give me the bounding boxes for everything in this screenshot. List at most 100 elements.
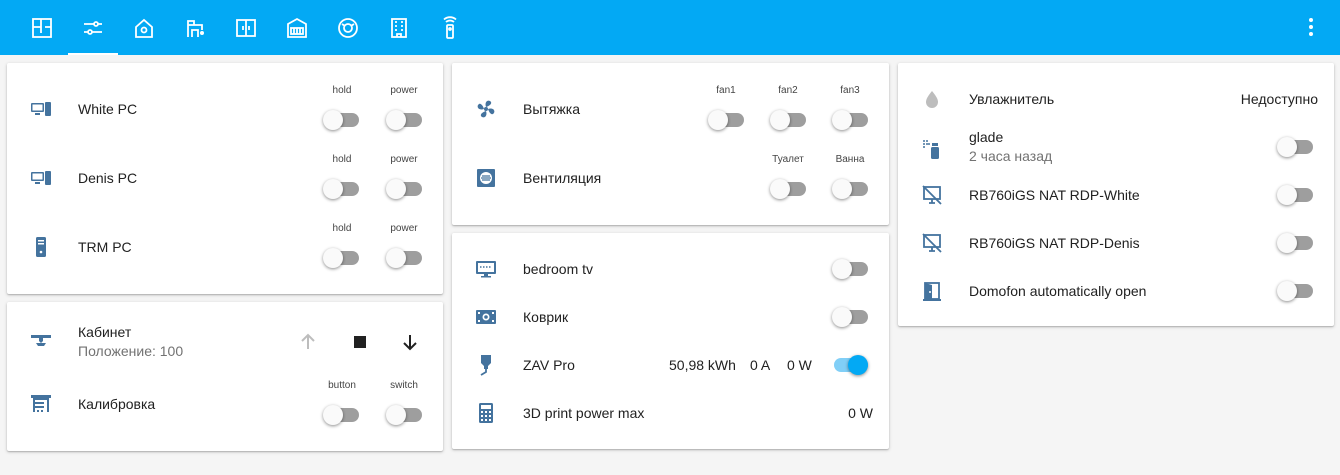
home-icon — [135, 18, 153, 38]
television-icon — [474, 257, 498, 281]
door-open-icon — [920, 279, 944, 303]
tab-building[interactable] — [374, 0, 424, 55]
fan-icon — [474, 97, 498, 121]
tab-vacuum[interactable] — [323, 0, 373, 55]
rdp-denis-name: RB760iGS NAT RDP-Denis — [969, 235, 1140, 251]
button-caption: button — [328, 380, 356, 391]
top-app-bar — [0, 0, 1340, 55]
cover-name: Кабинет — [78, 324, 132, 340]
glade-toggle[interactable] — [1277, 137, 1313, 157]
power-max-value: 0 W — [848, 405, 873, 421]
hold-caption: hold — [332, 223, 352, 234]
power-caption: power — [390, 223, 418, 234]
office-building-icon — [391, 17, 407, 38]
device-row-mat: Коврик — [452, 297, 889, 337]
rdp-white-row: RB760iGS NAT RDP-White — [898, 175, 1334, 215]
rdp-denis-toggle[interactable] — [1277, 233, 1313, 253]
floorplan-icon — [32, 17, 52, 38]
tab-home[interactable] — [119, 0, 169, 55]
power-toggle[interactable] — [386, 179, 422, 199]
pc-name: Denis PC — [78, 170, 138, 186]
toilet-caption: Туалет — [772, 154, 804, 165]
stop-cover-button[interactable] — [348, 330, 372, 354]
device-name: 3D print power max — [523, 405, 645, 421]
rdp-white-name: RB760iGS NAT RDP-White — [969, 187, 1140, 203]
cover-position: Положение: 100 — [78, 343, 184, 359]
tab-router[interactable] — [272, 0, 322, 55]
air-filter-icon — [474, 166, 498, 190]
bath-toggle[interactable] — [832, 179, 868, 199]
power-toggle[interactable] — [386, 248, 422, 268]
pc-name: TRM PC — [78, 239, 132, 255]
tab-tune[interactable] — [68, 0, 118, 55]
monitor-off-icon — [920, 183, 944, 207]
spray-icon — [920, 137, 944, 161]
devices-card: bedroom tv Коврик ZAV Pro 50,98 kWh 0 A … — [452, 233, 889, 449]
hold-caption: hold — [332, 154, 352, 165]
switch-caption: switch — [390, 380, 418, 391]
fan1-toggle[interactable] — [708, 110, 744, 130]
tv-toggle[interactable] — [832, 259, 868, 279]
water-icon — [920, 87, 944, 111]
hold-toggle[interactable] — [323, 110, 359, 130]
cover-row: Кабинет Положение: 100 — [7, 322, 443, 362]
power-caption: power — [390, 85, 418, 96]
blinds-icon — [29, 392, 53, 416]
stop-icon — [354, 336, 366, 348]
tab-floorplan[interactable] — [17, 0, 67, 55]
ventilation-card: Вытяжка fan1 fan2 fan3 Вентиляция Туалет… — [452, 63, 889, 225]
calculator-icon — [474, 401, 498, 425]
power-toggle[interactable] — [386, 110, 422, 130]
overflow-menu-button[interactable] — [1306, 16, 1316, 38]
robot-vacuum-icon — [338, 17, 358, 38]
hold-toggle[interactable] — [323, 179, 359, 199]
door-sliding-icon — [236, 18, 256, 37]
domofon-row: Domofon automatically open — [898, 271, 1334, 311]
fan3-toggle[interactable] — [832, 110, 868, 130]
device-name: bedroom tv — [523, 261, 594, 277]
rdp-denis-row: RB760iGS NAT RDP-Denis — [898, 223, 1334, 263]
open-cover-button[interactable] — [296, 330, 320, 354]
glade-name-block: glade 2 часа назад — [969, 129, 1052, 164]
calibration-button-toggle[interactable] — [323, 405, 359, 425]
printer-toggle[interactable] — [832, 355, 868, 375]
bath-caption: Ванна — [835, 154, 865, 165]
dots-vertical-icon — [1309, 18, 1313, 22]
device-row-power-max: 3D print power max — [452, 393, 889, 433]
close-cover-button[interactable] — [398, 330, 422, 354]
mat-toggle[interactable] — [832, 307, 868, 327]
crane-icon — [187, 19, 204, 37]
humidifier-state: Недоступно — [1240, 91, 1318, 107]
cover-name-block: Кабинет Положение: 100 — [78, 324, 183, 359]
pc-card: White PC hold power Denis PC hold power … — [7, 63, 443, 294]
misc-card: Увлажнитель Недоступно glade 2 часа наза… — [898, 63, 1334, 326]
printer-energy: 50,98 kWh — [669, 357, 736, 373]
domofon-toggle[interactable] — [1277, 281, 1313, 301]
humidifier-name: Увлажнитель — [969, 91, 1055, 107]
hold-caption: hold — [332, 85, 352, 96]
router-icon — [287, 17, 307, 38]
toilet-toggle[interactable] — [770, 179, 806, 199]
ventilation-name: Вентиляция — [523, 170, 602, 186]
calibration-name: Калибровка — [78, 396, 156, 412]
fan2-caption: fan2 — [778, 85, 798, 96]
desktop-tower-monitor-icon — [29, 97, 53, 121]
glade-row: glade 2 часа назад — [898, 127, 1334, 167]
printer-3d-nozzle-icon — [474, 353, 498, 377]
calibration-switch-toggle[interactable] — [386, 405, 422, 425]
tab-door[interactable] — [221, 0, 271, 55]
fan2-toggle[interactable] — [770, 110, 806, 130]
ceiling-light-icon — [29, 330, 53, 354]
glade-name: glade — [969, 129, 1004, 145]
domofon-name: Domofon automatically open — [969, 283, 1147, 299]
cabinet-card: Кабинет Положение: 100 Калибровка button… — [7, 302, 443, 451]
desktop-tower-monitor-icon — [29, 166, 53, 190]
device-name: Коврик — [523, 309, 569, 325]
hold-toggle[interactable] — [323, 248, 359, 268]
rdp-white-toggle[interactable] — [1277, 185, 1313, 205]
tab-remote[interactable] — [425, 0, 475, 55]
tab-crane[interactable] — [170, 0, 220, 55]
printer-power: 0 W — [787, 357, 812, 373]
desktop-tower-icon — [29, 235, 53, 259]
hood-name: Вытяжка — [523, 101, 580, 117]
